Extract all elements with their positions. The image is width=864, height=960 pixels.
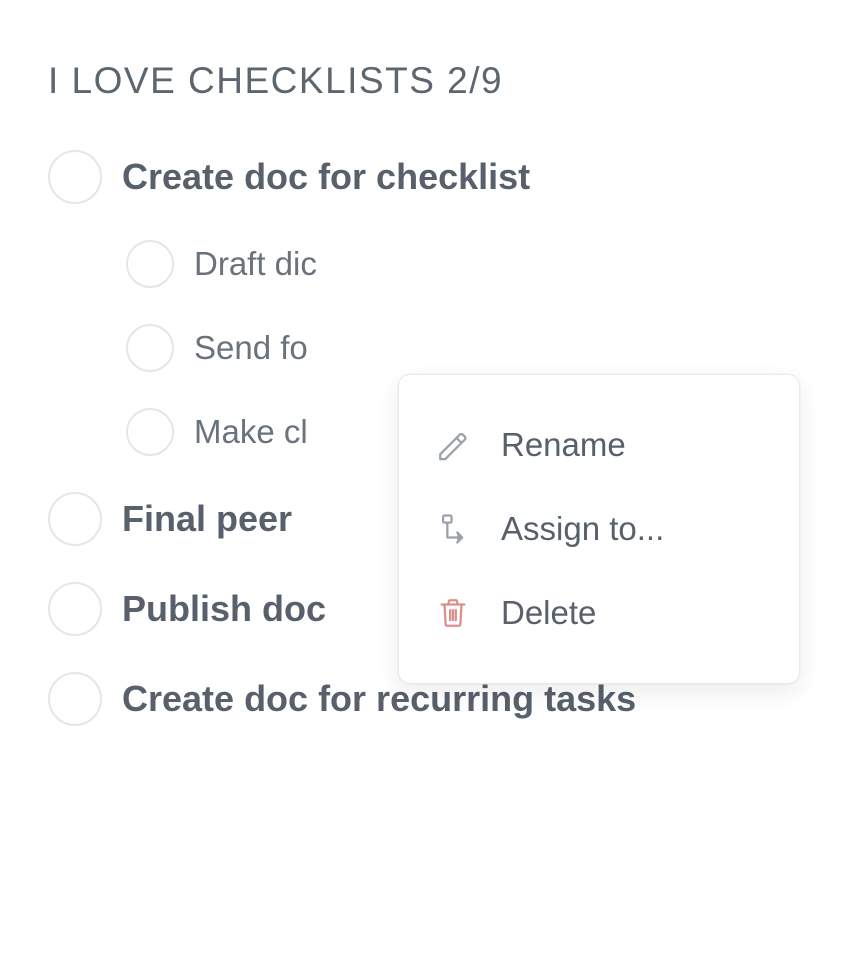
checklist-item[interactable]: Create doc for checklist: [48, 150, 816, 204]
item-label: Create doc for recurring tasks: [122, 678, 636, 720]
checkbox-icon[interactable]: [48, 672, 102, 726]
checklist-subitem[interactable]: Draft dic: [48, 240, 816, 288]
checkbox-icon[interactable]: [126, 240, 174, 288]
item-label: Final peer: [122, 498, 292, 540]
context-menu: Rename Assign to... Delete: [398, 374, 800, 684]
menu-label: Delete: [501, 594, 596, 632]
checklist-subitem[interactable]: Send fo: [48, 324, 816, 372]
trash-icon: [433, 593, 473, 633]
checkbox-icon[interactable]: [48, 492, 102, 546]
pencil-icon: [433, 425, 473, 465]
item-label: Make cl: [194, 413, 308, 451]
checklist-title: I LOVE CHECKLISTS 2/9: [48, 60, 816, 102]
menu-item-assign[interactable]: Assign to...: [399, 487, 799, 571]
item-label: Send fo: [194, 329, 308, 367]
checkbox-icon[interactable]: [48, 582, 102, 636]
item-label: Publish doc: [122, 588, 326, 630]
checkbox-icon[interactable]: [126, 408, 174, 456]
menu-item-delete[interactable]: Delete: [399, 571, 799, 655]
menu-item-rename[interactable]: Rename: [399, 403, 799, 487]
checkbox-icon[interactable]: [48, 150, 102, 204]
item-label: Draft dic: [194, 245, 317, 283]
assign-icon: [433, 509, 473, 549]
menu-label: Rename: [501, 426, 626, 464]
checkbox-icon[interactable]: [126, 324, 174, 372]
item-label: Create doc for checklist: [122, 156, 530, 198]
menu-label: Assign to...: [501, 510, 664, 548]
